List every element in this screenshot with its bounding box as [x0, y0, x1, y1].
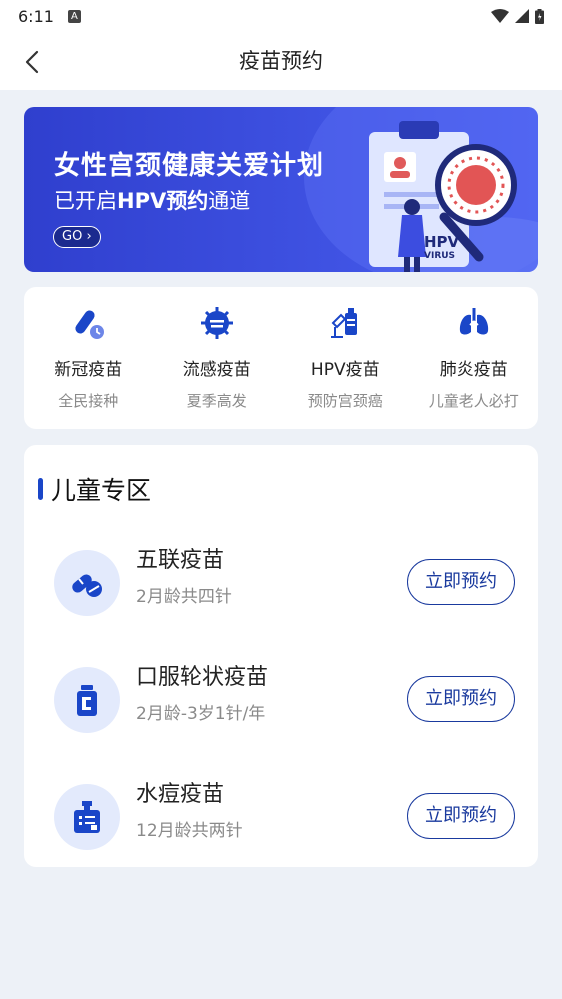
go-label: GO	[62, 229, 83, 244]
category-covid[interactable]: 新冠疫苗 全民接种	[24, 287, 153, 429]
book-now-button[interactable]: 立即预约	[407, 676, 515, 722]
signal-icon	[515, 9, 529, 23]
hpv-banner[interactable]: 女性宫颈健康关爱计划 已开启HPV预约通道 GO › HPV VIRUS	[24, 107, 538, 272]
back-button[interactable]	[14, 44, 50, 80]
lungs-icon	[454, 303, 494, 343]
section-accent-bar	[38, 478, 43, 500]
list-item: 口服轮状疫苗 2月龄-3岁1针/年 立即预约	[24, 659, 538, 739]
category-name: 新冠疫苗	[54, 360, 123, 380]
category-name: 肺炎疫苗	[439, 360, 508, 380]
vaccine-categories: 新冠疫苗 全民接种 流感疫苗 夏季高发 HPV疫苗 预防宫颈癌 肺炎疫苗 儿童老…	[24, 287, 538, 429]
hpv-card-label: HPV VIRUS	[424, 235, 459, 262]
vaccine-name: 水痘疫苗	[136, 782, 225, 807]
banner-title: 女性宫颈健康关爱计划	[54, 151, 325, 181]
banner-sub-suffix: 通道	[208, 189, 251, 213]
vaccine-desc: 2月龄-3岁1针/年	[136, 704, 266, 724]
category-name: 流感疫苗	[182, 360, 251, 380]
category-pneumonia[interactable]: 肺炎疫苗 儿童老人必打	[410, 287, 539, 429]
category-desc: 全民接种	[58, 392, 119, 410]
battery-icon	[535, 8, 544, 24]
category-name: HPV疫苗	[310, 360, 380, 380]
section-header: 儿童专区	[38, 471, 151, 507]
list-item: 水痘疫苗 12月龄共两针 立即预约	[24, 776, 538, 856]
hpv-card-label-1: HPV	[424, 233, 460, 251]
banner-subtitle: 已开启HPV预约通道	[54, 185, 250, 215]
status-bar: 6:11 A	[0, 0, 562, 32]
book-now-button[interactable]: 立即预约	[407, 559, 515, 605]
vaccine-desc: 2月龄共四针	[136, 587, 232, 607]
category-desc: 夏季高发	[186, 392, 247, 410]
syringe-vial-icon	[325, 303, 365, 343]
go-button[interactable]: GO ›	[53, 226, 101, 248]
list-item: 五联疫苗 2月龄共四针 立即预约	[24, 542, 538, 622]
kids-zone: 儿童专区 五联疫苗 2月龄共四针 立即预约 口服轮状疫苗 2月龄-3岁1针/年 …	[24, 445, 538, 867]
pills-icon	[54, 550, 120, 616]
virus-icon	[197, 303, 237, 343]
wifi-icon	[491, 9, 509, 23]
status-time: 6:11	[18, 6, 54, 26]
category-desc: 预防宫颈癌	[307, 392, 383, 410]
section-title: 儿童专区	[51, 476, 152, 505]
hpv-card-label-2: VIRUS	[424, 251, 456, 261]
nav-bar: 疫苗预约	[0, 32, 562, 90]
banner-sub-bold: HPV预约	[117, 189, 209, 213]
chevron-left-icon	[25, 50, 39, 74]
category-desc: 儿童老人必打	[428, 392, 519, 410]
page-title: 疫苗预约	[239, 49, 323, 73]
vial-icon	[54, 784, 120, 850]
vaccine-name: 五联疫苗	[136, 548, 225, 573]
book-now-button[interactable]: 立即预约	[407, 793, 515, 839]
category-hpv[interactable]: HPV疫苗 预防宫颈癌	[281, 287, 410, 429]
notification-icon: A	[67, 9, 81, 23]
banner-sub-prefix: 已开启	[54, 189, 117, 213]
vaccine-desc: 12月龄共两针	[136, 821, 243, 841]
bottle-icon	[54, 667, 120, 733]
status-indicators	[491, 8, 544, 24]
vaccine-name: 口服轮状疫苗	[136, 665, 269, 690]
category-flu[interactable]: 流感疫苗 夏季高发	[153, 287, 282, 429]
test-tube-icon	[68, 303, 108, 343]
